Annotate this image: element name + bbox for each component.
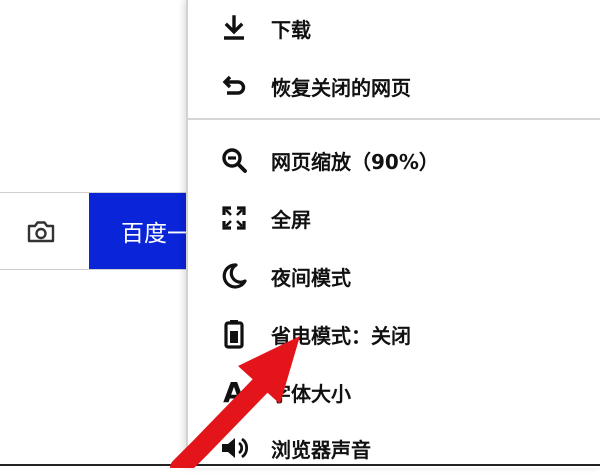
moon-icon	[218, 260, 250, 292]
menu-item-label: 网页缩放（90%）	[271, 149, 439, 174]
menu-item-label: 下载	[271, 17, 311, 42]
battery-icon	[218, 318, 250, 350]
image-search-button[interactable]	[18, 215, 64, 249]
font-size-glyph: A	[223, 375, 245, 409]
menu-item-label: 恢复关闭的网页	[271, 75, 411, 100]
zoom-out-icon	[218, 144, 250, 176]
menu-item-browser-sound[interactable]: 浏览器声音	[188, 422, 600, 474]
menu-item-zoom[interactable]: 网页缩放（90%）	[188, 134, 600, 186]
menu-item-label: 浏览器声音	[271, 437, 371, 462]
menu-item-font-size[interactable]: A 字体大小	[188, 366, 600, 418]
menu-item-label: 夜间模式	[271, 265, 351, 290]
menu-item-restore-closed[interactable]: 恢复关闭的网页	[188, 60, 600, 112]
font-size-icon: A	[218, 375, 250, 409]
camera-icon	[27, 221, 55, 243]
download-icon	[218, 12, 250, 44]
menu-item-fullscreen[interactable]: 全屏	[188, 192, 600, 244]
fullscreen-icon	[218, 202, 250, 234]
menu-item-label: 全屏	[271, 207, 311, 232]
search-bar: 百度一下	[0, 192, 186, 270]
window-bottom-edge	[0, 464, 600, 466]
menu-item-night-mode[interactable]: 夜间模式	[188, 250, 600, 302]
speaker-icon	[218, 432, 250, 464]
browser-menu: 下载 恢复关闭的网页 网页缩放（90%） 全屏 夜间模式 省电模式：关闭 A 字…	[186, 0, 600, 468]
menu-item-download[interactable]: 下载	[188, 2, 600, 54]
menu-divider	[188, 118, 600, 120]
menu-item-label: 省电模式：关闭	[271, 323, 411, 348]
menu-item-label: 字体大小	[271, 381, 351, 406]
search-button[interactable]: 百度一下	[89, 193, 186, 269]
undo-icon	[218, 70, 250, 102]
menu-item-power-saving[interactable]: 省电模式：关闭	[188, 308, 600, 360]
